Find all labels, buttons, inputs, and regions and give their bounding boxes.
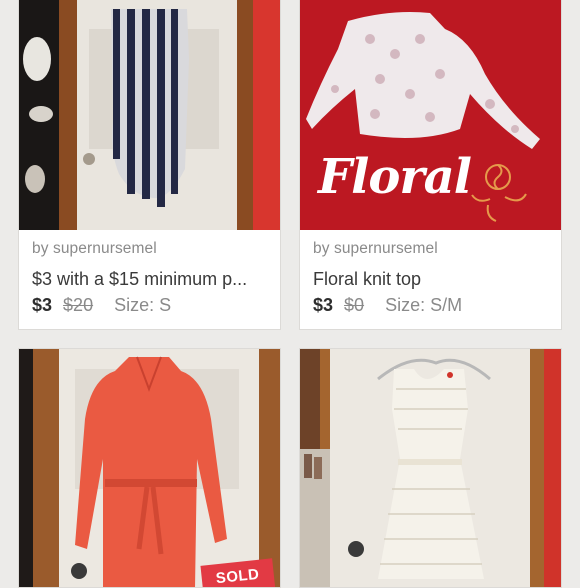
listing-card-2[interactable]: Floral by supernursemel Floral knit top … — [299, 0, 562, 330]
listing-photo-2[interactable]: Floral — [300, 0, 561, 232]
listing-title[interactable]: $3 with a $15 minimum p... — [32, 269, 268, 290]
original-price: $0 — [344, 295, 365, 315]
original-price: $20 — [63, 295, 94, 315]
listing-photo-4[interactable] — [300, 349, 561, 587]
listing-card-4[interactable] — [299, 348, 562, 588]
price-row: $3 $20 Size: S — [32, 295, 171, 316]
listing-meta-2: by supernursemel Floral knit top $3 $0 S… — [300, 230, 561, 329]
seller-name[interactable]: by supernursemel — [313, 240, 438, 258]
listing-card-3[interactable]: SOLD — [18, 348, 281, 588]
listing-title[interactable]: Floral knit top — [313, 269, 549, 290]
listing-photo-3[interactable]: SOLD — [19, 349, 280, 587]
size-label: Size: S — [114, 295, 172, 315]
price-row: $3 $0 Size: S/M — [313, 295, 462, 316]
size-label: Size: S/M — [385, 295, 463, 315]
listing-meta-1: by supernursemel $3 with a $15 minimum p… — [19, 230, 280, 329]
listing-card-1[interactable]: by supernursemel $3 with a $15 minimum p… — [18, 0, 281, 330]
price: $3 — [32, 295, 53, 315]
seller-name[interactable]: by supernursemel — [32, 240, 157, 258]
listing-photo-1[interactable] — [19, 0, 280, 232]
price: $3 — [313, 295, 334, 315]
photo-overlay-text: Floral — [318, 149, 472, 205]
